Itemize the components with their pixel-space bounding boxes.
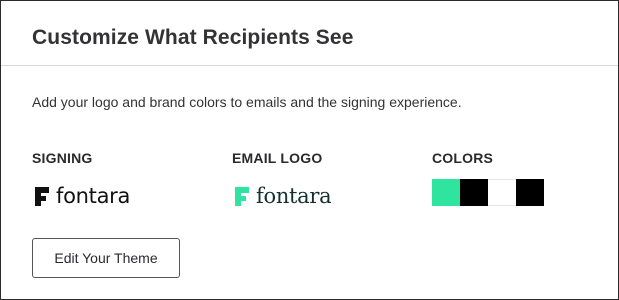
swatch-black-2	[516, 179, 544, 206]
edit-theme-button[interactable]: Edit Your Theme	[32, 238, 180, 278]
colors-heading: COLORS	[432, 150, 494, 166]
signing-logo: fontara	[32, 181, 130, 211]
card-title: Customize What Recipients See	[32, 26, 354, 49]
fontara-mark-icon	[35, 187, 49, 206]
swatch-white	[488, 179, 516, 206]
signing-logo-text: fontara	[56, 184, 131, 208]
email-logo-text: fontara	[256, 184, 332, 208]
title-divider	[1, 65, 618, 66]
swatch-black	[460, 179, 488, 206]
brand-color-swatches	[432, 179, 544, 206]
branding-card: Customize What Recipients See Add your l…	[0, 0, 619, 300]
email-logo: fontara	[232, 181, 332, 211]
card-description: Add your logo and brand colors to emails…	[32, 94, 462, 110]
email-logo-heading: EMAIL LOGO	[232, 150, 323, 166]
swatch-green	[432, 179, 460, 206]
signing-heading: SIGNING	[32, 150, 93, 166]
fontara-mark-icon	[235, 187, 249, 206]
